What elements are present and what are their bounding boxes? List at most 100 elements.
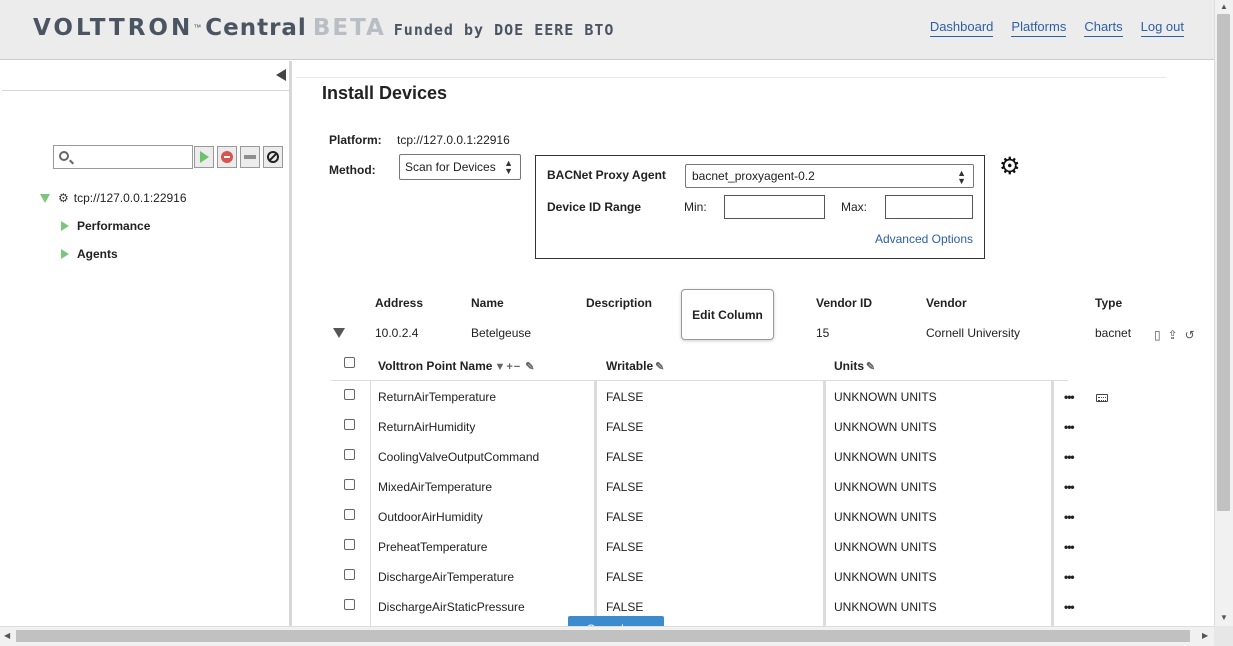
keyboard-icon[interactable] [1096,394,1108,402]
row-checkbox[interactable] [344,599,355,610]
col-vendor-id: Vendor ID [816,296,873,310]
horizontal-scrollbar[interactable]: ◀ ▶ [0,626,1214,646]
collapse-sidebar-icon[interactable] [276,69,286,81]
units-cell[interactable]: UNKNOWN UNITS [834,570,937,584]
units-cell[interactable]: UNKNOWN UNITS [834,600,937,614]
col-description: Description [586,296,653,310]
max-input[interactable] [885,195,973,219]
point-name-cell[interactable]: ReturnAirHumidity [378,420,475,434]
point-name-cell[interactable]: PreheatTemperature [378,540,487,554]
edit-column-icon[interactable]: ✎ [866,360,876,373]
scroll-left-icon[interactable]: ◀ [4,631,10,640]
remove-column-icon[interactable]: − [514,361,521,373]
point-name-cell[interactable]: MixedAirTemperature [378,480,492,494]
point-name-cell[interactable]: DischargeAirTemperature [378,570,514,584]
point-name-cell[interactable]: DischargeAirStaticPressure [378,600,525,614]
row-more-icon[interactable]: ••• [1064,420,1075,434]
nav-charts[interactable]: Charts [1084,19,1123,37]
point-name-cell[interactable]: ReturnAirTemperature [378,390,496,404]
row-checkbox[interactable] [344,389,355,400]
column-divider[interactable] [1051,380,1054,626]
scroll-up-icon[interactable]: ▲ [1220,2,1228,11]
stop-agent-button[interactable] [217,146,237,168]
vertical-scrollbar[interactable]: ▲ ▼ [1214,0,1233,626]
column-divider[interactable] [594,380,597,626]
expand-right-icon[interactable] [61,221,69,231]
upload-icon[interactable]: ⇪ [1168,328,1178,342]
updown-arrows-icon: ▲ ▼ [957,168,966,186]
remove-agent-button[interactable] [240,146,260,168]
writable-cell[interactable]: FALSE [606,480,643,494]
min-input[interactable] [724,195,825,219]
gears-icon: ⚙ [58,191,69,205]
vertical-scroll-thumb[interactable] [1217,14,1230,511]
writable-cell[interactable]: FALSE [606,600,643,614]
brand-beta: BETA [312,15,386,41]
brand-central: Central [205,15,307,41]
filter-icon[interactable]: ▼ [494,361,506,373]
expand-down-icon[interactable] [40,193,50,203]
nav-platforms[interactable]: Platforms [1011,19,1067,37]
expand-right-icon[interactable] [61,249,69,259]
tree-platform[interactable]: ⚙ tcp://127.0.0.1:22916 [40,191,187,205]
units-cell[interactable]: UNKNOWN UNITS [834,510,937,524]
row-checkbox[interactable] [344,509,355,520]
row-checkbox[interactable] [344,479,355,490]
edit-column-icon[interactable]: ✎ [525,361,535,373]
writable-cell[interactable]: FALSE [606,540,643,554]
row-more-icon[interactable]: ••• [1064,480,1075,494]
proxy-agent-select[interactable]: bacnet_proxyagent-0.2 ▲ ▼ [685,164,974,188]
writable-cell[interactable]: FALSE [606,420,643,434]
tree-agents-label: Agents [77,247,118,261]
tree-performance[interactable]: Performance [61,219,150,233]
point-name-cell[interactable]: OutdoorAirHumidity [378,510,483,524]
row-checkbox[interactable] [344,569,355,580]
divider [296,77,1166,78]
select-all-checkbox[interactable] [344,357,355,368]
updown-arrows-icon: ▲ ▼ [504,158,513,176]
start-agent-button[interactable] [194,146,214,168]
platform-value: tcp://127.0.0.1:22916 [397,133,510,147]
edit-column-icon[interactable]: ✎ [655,360,665,373]
writable-cell[interactable]: FALSE [606,510,643,524]
top-header: VOLTTRON™ Central BETA Funded by DOE EERE B… [0,0,1214,60]
row-checkbox[interactable] [344,419,355,430]
proxy-agent-label: BACNet Proxy Agent [547,168,666,182]
file-icon[interactable]: ▯ [1154,328,1161,342]
method-select[interactable]: Scan for Devices ▲ ▼ [399,154,521,180]
writable-header-label: Writable [606,359,654,373]
units-cell[interactable]: UNKNOWN UNITS [834,480,937,494]
settings-gear-icon[interactable]: ⚙ [999,155,1021,179]
row-more-icon[interactable]: ••• [1064,570,1075,584]
row-more-icon[interactable]: ••• [1064,450,1075,464]
writable-cell[interactable]: FALSE [606,570,643,584]
row-more-icon[interactable]: ••• [1064,600,1075,614]
row-more-icon[interactable]: ••• [1064,510,1075,524]
row-more-icon[interactable]: ••• [1064,390,1075,404]
units-cell[interactable]: UNKNOWN UNITS [834,420,937,434]
scroll-right-icon[interactable]: ▶ [1202,631,1208,640]
advanced-options-link[interactable]: Advanced Options [875,232,973,246]
add-column-icon[interactable]: + [506,361,513,373]
clear-filter-button[interactable] [263,146,283,168]
search-input[interactable] [54,146,192,168]
nav-dashboard[interactable]: Dashboard [929,19,994,37]
nav-logout[interactable]: Log out [1140,19,1184,37]
row-checkbox[interactable] [344,449,355,460]
units-cell[interactable]: UNKNOWN UNITS [834,540,937,554]
undo-icon[interactable]: ↺ [1185,328,1195,342]
tree-agents[interactable]: Agents [61,247,118,261]
scroll-down-icon[interactable]: ▼ [1220,613,1228,622]
row-checkbox[interactable] [344,539,355,550]
column-divider[interactable] [823,380,826,626]
units-cell[interactable]: UNKNOWN UNITS [834,390,937,404]
writable-cell[interactable]: FALSE [606,390,643,404]
row-more-icon[interactable]: ••• [1064,540,1075,554]
writable-cell[interactable]: FALSE [606,450,643,464]
method-value: Scan for Devices [405,160,496,174]
point-name-cell[interactable]: CoolingValveOutputCommand [378,450,539,464]
points-header-name: Volttron Point Name ▼+− ✎ [378,359,536,373]
horizontal-scroll-thumb[interactable] [16,630,1190,642]
collapse-device-icon[interactable] [333,328,345,338]
units-cell[interactable]: UNKNOWN UNITS [834,450,937,464]
